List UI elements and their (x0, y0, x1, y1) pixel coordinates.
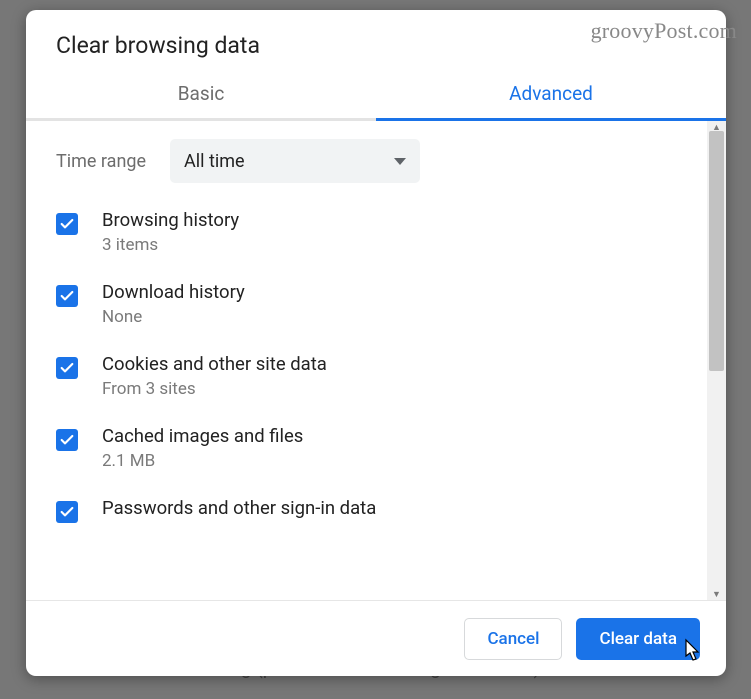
check-icon (59, 432, 75, 448)
item-title: Cached images and files (102, 425, 303, 447)
time-range-value: All time (184, 151, 394, 172)
item-title: Download history (102, 281, 245, 303)
list-item: Download history None (56, 281, 683, 327)
dialog-body-wrap: Time range All time Browsing history 3 i… (26, 121, 726, 600)
item-title: Cookies and other site data (102, 353, 327, 375)
checkbox-download-history[interactable] (56, 285, 78, 307)
list-item: Cached images and files 2.1 MB (56, 425, 683, 471)
item-subtitle: 3 items (102, 235, 239, 255)
time-range-label: Time range (56, 151, 146, 172)
list-item: Browsing history 3 items (56, 209, 683, 255)
tab-advanced[interactable]: Advanced (376, 69, 726, 121)
checkbox-passwords[interactable] (56, 501, 78, 523)
time-range-dropdown[interactable]: All time (170, 139, 420, 183)
checkbox-cache[interactable] (56, 429, 78, 451)
check-icon (59, 288, 75, 304)
tab-basic[interactable]: Basic (26, 69, 376, 121)
time-range-row: Time range All time (56, 139, 683, 183)
clear-browsing-data-dialog: Clear browsing data Basic Advanced Time … (26, 10, 726, 676)
check-icon (59, 360, 75, 376)
check-icon (59, 216, 75, 232)
item-subtitle: 2.1 MB (102, 451, 303, 471)
item-subtitle: None (102, 307, 245, 327)
dialog-footer: Cancel Clear data (26, 600, 726, 676)
scrollbar-thumb[interactable] (709, 131, 724, 371)
list-item: Passwords and other sign-in data (56, 497, 683, 523)
dialog-body: Time range All time Browsing history 3 i… (26, 121, 707, 600)
checkbox-browsing-history[interactable] (56, 213, 78, 235)
item-subtitle: From 3 sites (102, 379, 327, 399)
scrollbar[interactable]: ▲ ▼ (707, 121, 726, 600)
cancel-button[interactable]: Cancel (464, 618, 562, 660)
check-icon (59, 504, 75, 520)
chevron-down-icon (394, 158, 406, 165)
scroll-down-icon: ▼ (707, 588, 726, 600)
item-title: Passwords and other sign-in data (102, 497, 376, 519)
watermark-text: groovyPost.com (591, 18, 737, 44)
clear-data-button[interactable]: Clear data (576, 618, 700, 660)
item-title: Browsing history (102, 209, 239, 231)
list-item: Cookies and other site data From 3 sites (56, 353, 683, 399)
checkbox-cookies[interactable] (56, 357, 78, 379)
tab-bar: Basic Advanced (26, 69, 726, 121)
data-type-list: Browsing history 3 items Download histor… (56, 209, 683, 523)
